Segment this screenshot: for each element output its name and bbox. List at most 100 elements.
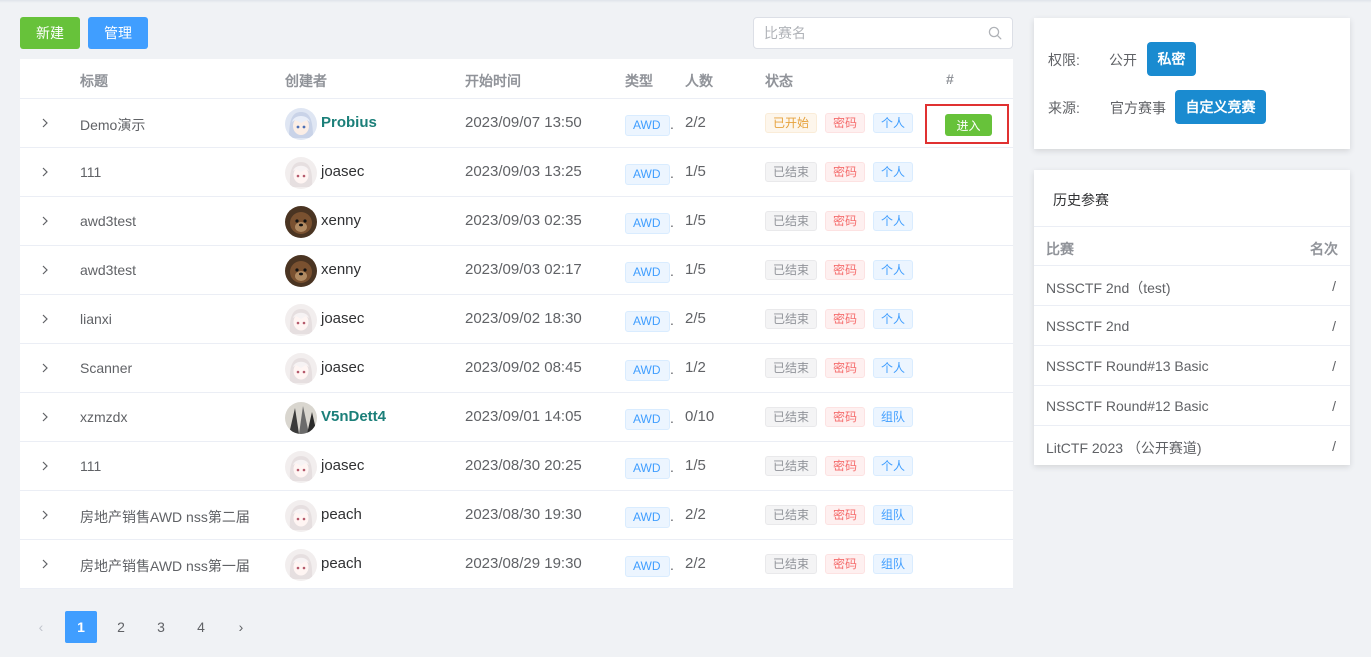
history-card: 历史参赛 比赛 名次 NSSCTF 2nd（test) / NSSCTF 2nd / N… xyxy=(1034,170,1350,465)
avatar[interactable] xyxy=(285,255,317,287)
table-row[interactable]: awd3test xenny 2023/09/03 02:17 AWD. 1/5 已结束密… xyxy=(20,246,1013,295)
avatar[interactable] xyxy=(285,451,317,483)
expand-chevron-icon[interactable] xyxy=(40,214,50,228)
row-creator[interactable]: joasec xyxy=(321,310,364,327)
status-badge: 已结束 xyxy=(765,309,818,329)
row-creator[interactable]: xenny xyxy=(321,212,361,229)
type-ellipsis: . xyxy=(670,557,674,573)
expand-chevron-icon[interactable] xyxy=(40,361,50,375)
history-row[interactable]: LitCTF 2023 （公开赛道) / xyxy=(1034,426,1350,466)
expand-chevron-icon[interactable] xyxy=(40,557,50,571)
enter-highlight: 进入 xyxy=(925,104,1009,144)
history-match-name[interactable]: NSSCTF 2nd xyxy=(1046,318,1129,334)
page-1-button[interactable]: 1 xyxy=(65,611,97,643)
table-row[interactable]: 111 joasec 2023/09/03 13:25 AWD. 1/5 已结束 密码 个人 xyxy=(20,148,1013,197)
row-start-time: 2023/08/30 19:30 xyxy=(465,506,582,523)
row-creator[interactable]: V5nDett4 xyxy=(321,408,386,425)
expand-chevron-icon[interactable] xyxy=(40,263,50,277)
table-row[interactable]: Scanner joasec 2023/09/02 08:45 AWD. 1/2 已结束密… xyxy=(20,344,1013,393)
type-tag: AWD xyxy=(625,115,670,136)
row-creator[interactable]: xenny xyxy=(321,261,361,278)
search-input[interactable] xyxy=(754,18,974,48)
type-tag: AWD xyxy=(625,164,670,185)
password-badge: 密码 xyxy=(825,211,866,231)
history-match-name[interactable]: NSSCTF 2nd（test) xyxy=(1046,278,1170,298)
row-creator[interactable]: Probius xyxy=(321,114,377,131)
table-row[interactable]: xzmzdx V5nDett4 2023/09/01 14:05 AWD. 0/10 已结… xyxy=(20,393,1013,442)
row-count: 2/2 xyxy=(685,114,706,131)
manage-button[interactable]: 管理 xyxy=(88,17,148,49)
avatar[interactable] xyxy=(285,157,317,189)
page-3-button[interactable]: 3 xyxy=(145,611,177,643)
history-row[interactable]: NSSCTF 2nd / xyxy=(1034,306,1350,346)
history-rank: / xyxy=(1332,318,1336,334)
row-creator[interactable]: joasec xyxy=(321,359,364,376)
new-button[interactable]: 新建 xyxy=(20,17,80,49)
table-row[interactable]: lianxi joasec 2023/09/02 18:30 AWD. 2/5 已结束 密码… xyxy=(20,295,1013,344)
source-official-option[interactable]: 官方赛事 xyxy=(1110,98,1166,118)
header-status: 状态 xyxy=(765,73,793,89)
avatar[interactable] xyxy=(285,500,317,532)
table-row[interactable]: 房地产销售AWD nss第二届 peach 2023/08/30 19:30 AWD.… xyxy=(20,491,1013,540)
table-row[interactable]: Demo演示 Probius 2023/09/07 13:50 AWD. 2/2 已开始密… xyxy=(20,99,1013,148)
mode-badge: 个人 xyxy=(873,456,914,476)
header-start-time: 开始时间 xyxy=(465,73,521,89)
page-2-button[interactable]: 2 xyxy=(105,611,137,643)
type-ellipsis: . xyxy=(670,508,674,524)
type-ellipsis: . xyxy=(670,361,674,377)
expand-chevron-icon[interactable] xyxy=(40,410,50,424)
expand-chevron-icon[interactable] xyxy=(40,459,50,473)
row-title: 111 xyxy=(80,458,102,474)
row-title: lianxi xyxy=(80,311,112,327)
mode-badge: 个人 xyxy=(873,211,914,231)
history-row[interactable]: NSSCTF Round#13 Basic / xyxy=(1034,346,1350,386)
next-page-button[interactable]: › xyxy=(225,611,257,643)
header-count: 人数 xyxy=(685,73,713,89)
search-icon[interactable] xyxy=(988,26,1002,40)
row-count: 2/2 xyxy=(685,555,706,572)
expand-chevron-icon[interactable] xyxy=(40,312,50,326)
row-creator[interactable]: peach xyxy=(321,506,362,523)
row-count: 1/5 xyxy=(685,457,706,474)
prev-page-button[interactable]: ‹ xyxy=(25,611,57,643)
avatar[interactable] xyxy=(285,206,317,238)
table-row[interactable]: 111 joasec 2023/08/30 20:25 AWD. 1/5 已结束 密码 个人 xyxy=(20,442,1013,491)
history-match-name[interactable]: NSSCTF Round#13 Basic xyxy=(1046,358,1209,374)
expand-chevron-icon[interactable] xyxy=(40,165,50,179)
expand-chevron-icon[interactable] xyxy=(40,116,50,130)
expand-chevron-icon[interactable] xyxy=(40,508,50,522)
row-count: 1/5 xyxy=(685,261,706,278)
history-row[interactable]: NSSCTF Round#12 Basic / xyxy=(1034,386,1350,426)
avatar[interactable] xyxy=(285,353,317,385)
history-match-name[interactable]: LitCTF 2023 （公开赛道) xyxy=(1046,438,1202,458)
status-badge: 已开始 xyxy=(765,113,818,133)
status-badge: 已结束 xyxy=(765,505,818,525)
page-4-button[interactable]: 4 xyxy=(185,611,217,643)
mode-badge: 组队 xyxy=(873,505,914,525)
row-creator[interactable]: joasec xyxy=(321,163,364,180)
avatar[interactable] xyxy=(285,108,317,140)
table-row[interactable]: 房地产销售AWD nss第一届 peach 2023/08/29 19:30 AWD.… xyxy=(20,540,1013,589)
history-col-rank: 名次 xyxy=(1310,241,1338,257)
type-tag: AWD xyxy=(625,360,670,381)
avatar[interactable] xyxy=(285,402,317,434)
row-creator[interactable]: peach xyxy=(321,555,362,572)
enter-button[interactable]: 进入 xyxy=(945,114,992,136)
permission-public-option[interactable]: 公开 xyxy=(1109,50,1137,70)
type-ellipsis: . xyxy=(670,312,674,328)
permission-private-button[interactable]: 私密 xyxy=(1147,42,1196,76)
table-row[interactable]: awd3test xenny 2023/09/03 02:35 AWD. 1/5 已结束密… xyxy=(20,197,1013,246)
history-match-name[interactable]: NSSCTF Round#12 Basic xyxy=(1046,398,1209,414)
avatar[interactable] xyxy=(285,304,317,336)
avatar[interactable] xyxy=(285,549,317,581)
header-action: # xyxy=(946,71,954,87)
type-tag: AWD xyxy=(625,311,670,332)
source-custom-button[interactable]: 自定义竞赛 xyxy=(1175,90,1266,124)
row-creator[interactable]: joasec xyxy=(321,457,364,474)
type-tag: AWD xyxy=(625,409,670,430)
status-badge: 已结束 xyxy=(765,260,818,280)
history-rank: / xyxy=(1332,438,1336,454)
contest-table: 标题 创建者 开始时间 类型 人数 状态 # Demo演示 Probius 2023… xyxy=(20,59,1013,589)
row-title: Demo演示 xyxy=(80,117,146,133)
history-row[interactable]: NSSCTF 2nd（test) / xyxy=(1034,266,1350,306)
